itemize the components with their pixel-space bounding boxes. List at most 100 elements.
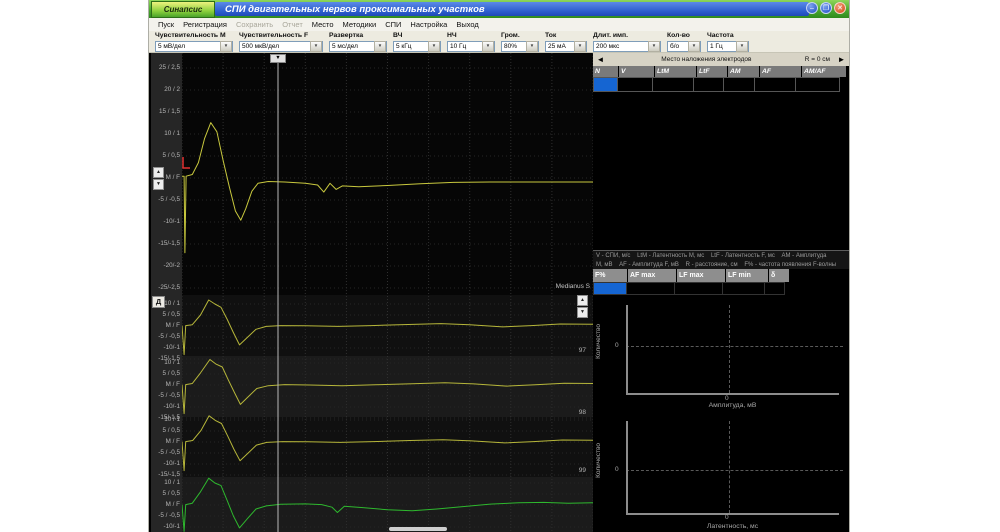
cursor-marker[interactable]: ▼ (270, 54, 286, 63)
y-axis-zero-tick: 0 (615, 342, 619, 349)
selected-cell[interactable] (593, 77, 618, 92)
band2-scale-label: 5 / 0,5 (162, 370, 180, 377)
pulse-duration-select[interactable]: 200 мкс▼ (593, 41, 661, 52)
chevron-down-icon[interactable]: ▼ (526, 41, 538, 52)
sensitivity-m-value: 5 мВ/дел (156, 43, 185, 50)
toolbar-group-hf-filter: ВЧ5 кГц▼ (393, 31, 441, 52)
current-label: Ток (545, 32, 587, 41)
chevron-down-icon[interactable]: ▼ (428, 41, 440, 52)
chevron-down-icon[interactable]: ▼ (736, 41, 748, 52)
column-header-AM: AM (728, 66, 759, 77)
chevron-down-icon[interactable]: ▼ (310, 41, 322, 52)
sensitivity-f-select[interactable]: 500 мкВ/дел ▼ (239, 41, 323, 52)
minimize-button[interactable]: – (806, 2, 818, 14)
count-select[interactable]: б/о ▼ (667, 41, 701, 52)
menu-item-methods[interactable]: Методики (343, 20, 377, 29)
app-logo-text: Синапсис (164, 5, 203, 14)
table-cell[interactable] (724, 77, 755, 92)
chevron-down-icon[interactable]: ▼ (688, 41, 700, 52)
menu-item-registration[interactable]: Регистрация (183, 20, 227, 29)
electrode-site-navbar: ◄ Место наложения электродов R = 0 см ► (593, 53, 849, 66)
electrode-table-row[interactable] (593, 77, 840, 92)
waveform-panel: ▲ ▼ Д 25 / 2,520 / 215 / 1,510 / 15 / 0,… (151, 53, 593, 532)
toolbar-group-current: Ток 25 мА ▼ (545, 31, 587, 52)
lf-filter-select[interactable]: 10 Гц▼ (447, 41, 495, 52)
volume-select[interactable]: 80%▼ (501, 41, 539, 52)
menu-item-save[interactable]: Сохранить (236, 20, 273, 29)
selected-cell[interactable] (593, 282, 627, 295)
table-cell[interactable] (627, 282, 675, 295)
series-label: Medianus S (556, 283, 590, 290)
current-select[interactable]: 25 мА ▼ (545, 41, 587, 52)
gain-spin-down-button[interactable]: ▼ (153, 179, 164, 190)
table-cell[interactable] (653, 77, 694, 92)
chevron-down-icon[interactable]: ▼ (482, 41, 494, 52)
menu-item-report[interactable]: Отчет (282, 20, 303, 29)
toolbar-group-frequency: Частота1 Гц▼ (707, 31, 749, 52)
table-cell[interactable] (755, 77, 796, 92)
sweep-select[interactable]: 5 мс/дел ▼ (329, 41, 387, 52)
sensitivity-f-label: Чувствительность F (239, 32, 323, 41)
site-prev-arrow[interactable]: ◄ (593, 53, 608, 66)
band2-scale-label: -5 / -0,5 (158, 392, 180, 399)
main-scale-label: -10/-1 (164, 218, 180, 225)
column-header-AF max: AF max (628, 269, 676, 282)
close-button[interactable]: ✕ (834, 2, 846, 14)
band1-scale-label: -10/-1 (164, 344, 180, 351)
legend-line: М, мВ AF - Амплитуда F, мВ R - расстояни… (596, 261, 846, 270)
sweep-value: 5 мс/дел (330, 43, 358, 50)
current-value: 25 мА (546, 43, 566, 50)
toolbar-group-lf-filter: НЧ10 Гц▼ (447, 31, 495, 52)
table-cell[interactable] (796, 77, 840, 92)
column-header-F%: F% (593, 269, 627, 282)
band1-scale-label: М / F (166, 322, 180, 329)
menu-item-site[interactable]: Место (312, 20, 334, 29)
chevron-down-icon[interactable]: ▼ (374, 41, 386, 52)
column-header-LtF: LtF (697, 66, 727, 77)
site-next-arrow[interactable]: ► (834, 53, 849, 66)
chevron-down-icon[interactable]: ▼ (574, 41, 586, 52)
f-wave-table-row[interactable] (593, 282, 785, 295)
axes (626, 305, 839, 395)
main-scale-label: -20/-2 (164, 262, 180, 269)
table-cell[interactable] (723, 282, 765, 295)
band4-scale-label: -5 / -0,5 (158, 512, 180, 519)
main-scale-label: -15/-1,5 (158, 240, 180, 247)
menu-bar: Пуск Регистрация Сохранить Отчет Место Методи… (149, 18, 849, 32)
band2-scale-label: 10 / 1 (164, 359, 180, 366)
hf-filter-select[interactable]: 5 кГц ▼ (393, 41, 441, 52)
sensitivity-f-value: 500 мкВ/дел (240, 43, 279, 50)
axes (626, 421, 839, 515)
waveform-display (182, 53, 593, 532)
toolbar-group-sweep: Развертка 5 мс/дел ▼ (329, 31, 387, 52)
table-cell[interactable] (694, 77, 724, 92)
frequency-select[interactable]: 1 Гц▼ (707, 41, 749, 52)
app-window: Синапсис СПИ двигательных нервов проксим… (148, 0, 850, 532)
horizontal-scrollbar-thumb[interactable] (389, 527, 447, 531)
table-cell[interactable] (675, 282, 723, 295)
chevron-down-icon[interactable]: ▼ (648, 41, 660, 52)
d-mode-button[interactable]: Д (152, 296, 165, 308)
menu-item-start[interactable]: Пуск (158, 20, 174, 29)
band3-scale-label: М / F (166, 438, 180, 445)
menu-item-exit[interactable]: Выход (456, 20, 478, 29)
sweep-label: Развертка (329, 32, 387, 41)
trace-spin-up-button[interactable]: ▲ (577, 295, 588, 306)
count-value: б/о (668, 43, 679, 50)
table-cell[interactable] (765, 282, 785, 295)
menu-item-settings[interactable]: Настройка (410, 20, 447, 29)
gain-spin-up-button[interactable]: ▲ (153, 167, 164, 178)
title-bar: Синапсис СПИ двигательных нервов проксим… (149, 0, 849, 18)
toolbar-group-volume: Гром.80%▼ (501, 31, 539, 52)
sensitivity-m-select[interactable]: 5 мВ/дел ▼ (155, 41, 233, 52)
main-scale-label: 5 / 0,5 (162, 152, 180, 159)
table-cell[interactable] (618, 77, 653, 92)
trace-spin-down-button[interactable]: ▼ (577, 307, 588, 318)
band3-scale-label: -15/-1,5 (158, 471, 180, 478)
hf-filter-value: 5 кГц (394, 43, 412, 50)
band1-scale-label: 10 / 1 (164, 300, 180, 307)
chevron-down-icon[interactable]: ▼ (220, 41, 232, 52)
maximize-button[interactable]: ❐ (820, 2, 832, 14)
sensitivity-m-label: Чувствительность М (155, 32, 233, 41)
menu-item-spi[interactable]: СПИ (385, 20, 401, 29)
